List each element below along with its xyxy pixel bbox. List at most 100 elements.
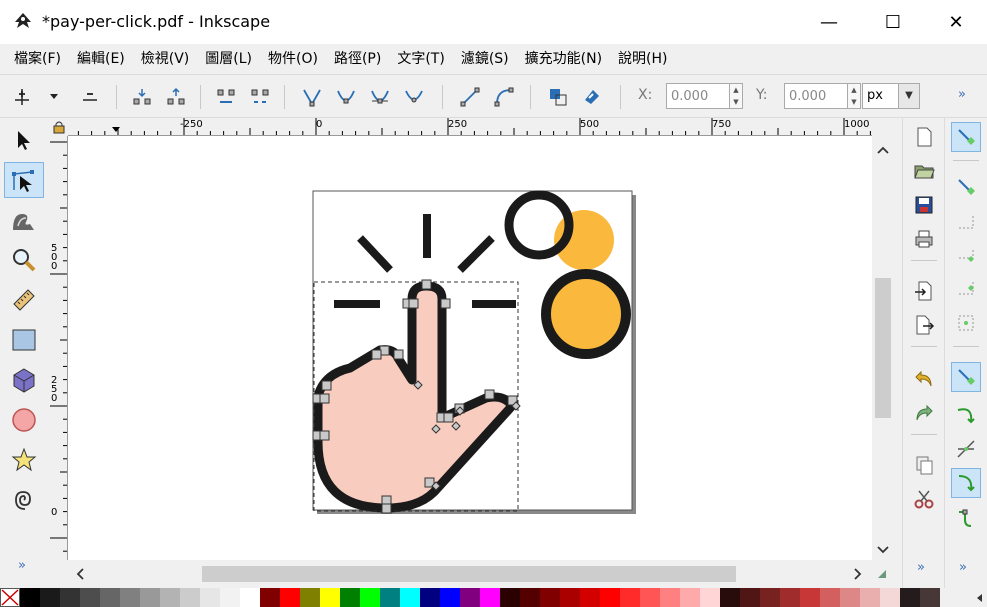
minimize-button[interactable]: —	[798, 0, 860, 44]
menu-file[interactable]: 檔案(F)	[6, 48, 69, 68]
new-document-button[interactable]	[909, 122, 939, 152]
maximize-button[interactable]: ☐	[862, 0, 924, 44]
menu-help[interactable]: 說明(H)	[610, 48, 675, 68]
color-swatch[interactable]	[40, 588, 60, 607]
color-swatch[interactable]	[760, 588, 780, 607]
rectangle-tool-button[interactable]	[4, 322, 44, 358]
color-swatch[interactable]	[400, 588, 420, 607]
break-path-button[interactable]	[162, 83, 190, 111]
node-tool-button[interactable]	[4, 162, 44, 198]
print-button[interactable]	[909, 224, 939, 254]
color-swatch[interactable]	[720, 588, 740, 607]
color-swatch[interactable]	[420, 588, 440, 607]
snap-bbox-corners-button[interactable]	[951, 240, 981, 270]
color-swatch[interactable]	[160, 588, 180, 607]
color-swatch[interactable]	[580, 588, 600, 607]
color-swatch[interactable]	[520, 588, 540, 607]
object-to-path-button[interactable]	[544, 83, 572, 111]
menu-edit[interactable]: 編輯(E)	[69, 48, 133, 68]
segment-curve-button[interactable]	[490, 83, 518, 111]
vertical-scrollbar-thumb[interactable]	[875, 278, 891, 418]
menu-extensions[interactable]: 擴充功能(N)	[517, 48, 610, 68]
spiral-tool-button[interactable]	[4, 482, 44, 518]
color-swatch[interactable]	[480, 588, 500, 607]
menu-view[interactable]: 檢視(V)	[133, 48, 198, 68]
toolbar-overflow-button[interactable]: »	[958, 87, 966, 102]
palette-scroll-button[interactable]	[971, 588, 987, 607]
redo-button[interactable]	[909, 398, 939, 428]
color-swatch[interactable]	[300, 588, 320, 607]
color-swatch[interactable]	[920, 588, 940, 607]
color-swatch[interactable]	[60, 588, 80, 607]
color-swatch[interactable]	[540, 588, 560, 607]
join-nodes-button[interactable]	[128, 83, 156, 111]
color-swatch[interactable]	[620, 588, 640, 607]
vertical-scrollbar[interactable]	[872, 136, 894, 560]
color-swatch[interactable]	[740, 588, 760, 607]
drawing-canvas[interactable]	[68, 136, 872, 560]
color-swatch[interactable]	[200, 588, 220, 607]
color-swatch[interactable]	[460, 588, 480, 607]
tweak-tool-button[interactable]	[4, 202, 44, 238]
color-swatch[interactable]	[780, 588, 800, 607]
color-swatch[interactable]	[280, 588, 300, 607]
color-swatch[interactable]	[800, 588, 820, 607]
no-paint-swatch[interactable]	[0, 588, 20, 607]
menu-path[interactable]: 路徑(P)	[326, 48, 389, 68]
color-swatch[interactable]	[880, 588, 900, 607]
color-swatch[interactable]	[600, 588, 620, 607]
3d-box-tool-button[interactable]	[4, 362, 44, 398]
measure-tool-button[interactable]	[4, 282, 44, 318]
snap-cusp-nodes-button[interactable]	[951, 468, 981, 498]
undo-button[interactable]	[909, 364, 939, 394]
y-coordinate-input[interactable]	[784, 83, 848, 109]
color-swatch[interactable]	[320, 588, 340, 607]
snap-overflow-button[interactable]: »	[959, 560, 967, 575]
color-swatch[interactable]	[820, 588, 840, 607]
open-file-button[interactable]	[909, 156, 939, 186]
color-swatch[interactable]	[240, 588, 260, 607]
close-button[interactable]: ✕	[925, 0, 987, 44]
selector-tool-button[interactable]	[4, 122, 44, 158]
color-swatch[interactable]	[380, 588, 400, 607]
ellipse-tool-button[interactable]	[4, 402, 44, 438]
color-swatch[interactable]	[140, 588, 160, 607]
color-swatch[interactable]	[440, 588, 460, 607]
color-swatch[interactable]	[20, 588, 40, 607]
snap-bbox-button[interactable]	[951, 172, 981, 202]
import-button[interactable]	[909, 276, 939, 306]
y-spin-button[interactable]: ▲▼	[847, 83, 861, 109]
copy-button[interactable]	[909, 450, 939, 480]
save-button[interactable]	[909, 190, 939, 220]
snap-intersections-button[interactable]	[951, 434, 981, 464]
export-button[interactable]	[909, 310, 939, 340]
snap-bbox-edges-button[interactable]	[951, 206, 981, 236]
segment-line-button[interactable]	[456, 83, 484, 111]
toolbox-overflow-button[interactable]: »	[18, 558, 26, 573]
horizontal-scrollbar-thumb[interactable]	[202, 566, 736, 582]
snap-smooth-nodes-button[interactable]	[951, 504, 981, 534]
color-swatch[interactable]	[700, 588, 720, 607]
cusp-node-button[interactable]	[298, 83, 326, 111]
join-segment-button[interactable]	[212, 83, 240, 111]
snap-toggle-button[interactable]	[951, 122, 981, 152]
color-swatch[interactable]	[500, 588, 520, 607]
snap-bbox-centers-button[interactable]	[951, 308, 981, 338]
snap-nodes-button[interactable]	[951, 362, 981, 392]
color-swatch[interactable]	[80, 588, 100, 607]
zoom-corner-icon[interactable]	[876, 568, 888, 580]
snap-bbox-midpoints-button[interactable]	[951, 274, 981, 304]
color-swatch[interactable]	[100, 588, 120, 607]
delete-node-button[interactable]	[76, 83, 104, 111]
color-swatch[interactable]	[360, 588, 380, 607]
symmetric-node-button[interactable]	[366, 83, 394, 111]
color-swatch[interactable]	[120, 588, 140, 607]
color-swatch[interactable]	[680, 588, 700, 607]
menu-layer[interactable]: 圖層(L)	[197, 48, 260, 68]
stroke-to-path-button[interactable]	[578, 83, 606, 111]
x-coordinate-input[interactable]	[666, 83, 730, 109]
color-swatch[interactable]	[860, 588, 880, 607]
color-swatch[interactable]	[220, 588, 240, 607]
zoom-tool-button[interactable]	[4, 242, 44, 278]
color-swatch[interactable]	[560, 588, 580, 607]
